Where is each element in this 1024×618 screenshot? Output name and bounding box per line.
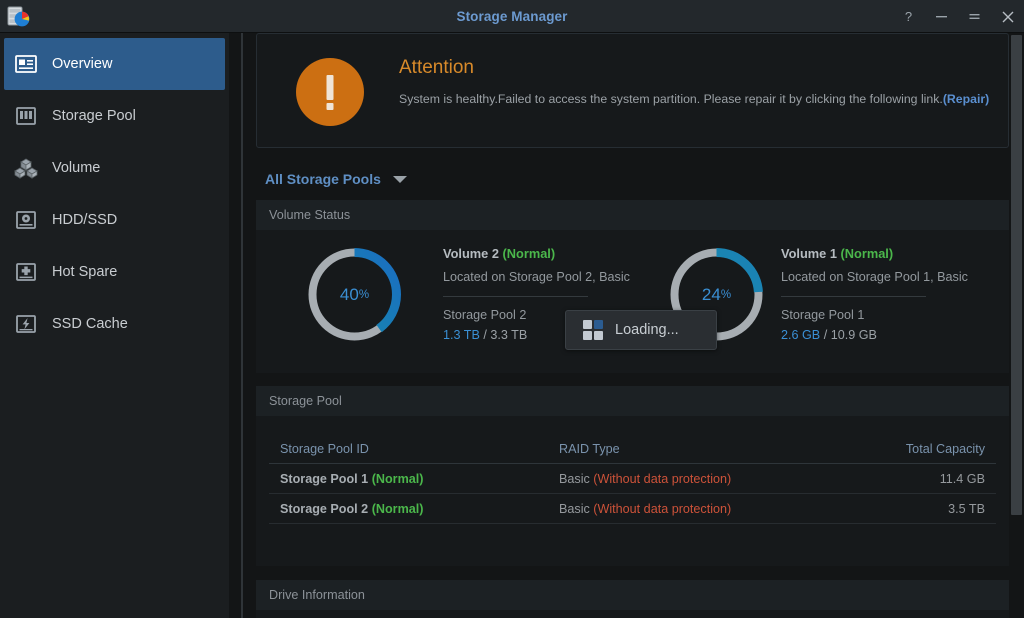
volume-used: 2.6 GB xyxy=(781,328,820,342)
main-content: Attention System is healthy.Failed to ac… xyxy=(243,33,1024,618)
volume-status-badge: (Normal) xyxy=(503,246,556,261)
volume-card: 24% Volume 1 (Normal) Located on Storage… xyxy=(633,230,1009,373)
hdd-ssd-icon xyxy=(14,208,38,232)
ssd-cache-icon xyxy=(14,312,38,336)
minimize-button[interactable] xyxy=(925,0,958,33)
volume-name: Volume 1 (Normal) xyxy=(781,246,1024,261)
sidebar-item-hdd-ssd[interactable]: HDD/SSD xyxy=(4,194,225,246)
volume-divider xyxy=(443,296,588,297)
warning-exclamation-icon xyxy=(296,58,364,126)
drive-information-header: Drive Information xyxy=(256,580,1009,610)
pool-status-badge: (Normal) xyxy=(372,502,424,516)
chevron-down-icon xyxy=(393,176,407,183)
volume-used: 1.3 TB xyxy=(443,328,480,342)
table-row[interactable]: Storage Pool 2 (Normal) Basic (Without d… xyxy=(269,494,996,524)
volume-usage-percent: 40% xyxy=(303,243,406,346)
cell-raid-type: Basic (Without data protection) xyxy=(559,472,869,486)
maximize-button[interactable] xyxy=(958,0,991,33)
sidebar-item-label: Overview xyxy=(52,56,112,72)
all-storage-pools-dropdown[interactable]: All Storage Pools xyxy=(265,171,407,187)
title-bar: Storage Manager ? xyxy=(0,0,1024,33)
percent-symbol: % xyxy=(359,289,369,301)
loading-cell xyxy=(583,331,592,340)
raid-type-text: Basic xyxy=(559,472,590,486)
column-header-total-capacity[interactable]: Total Capacity xyxy=(869,442,996,456)
volume-card: 40% Volume 2 (Normal) Located on Storage… xyxy=(256,230,633,373)
sidebar: Overview Storage Pool xyxy=(0,33,229,618)
raid-note: (Without data protection) xyxy=(593,502,731,516)
hot-spare-icon xyxy=(14,260,38,284)
volume-pool-name: Storage Pool 1 xyxy=(781,308,1024,322)
percent-symbol: % xyxy=(721,289,731,301)
loading-cell xyxy=(583,320,592,329)
repair-link[interactable]: (Repair) xyxy=(943,92,989,106)
overview-icon xyxy=(14,52,38,76)
table-row[interactable]: Storage Pool 1 (Normal) Basic (Without d… xyxy=(269,464,996,494)
pool-select-label: All Storage Pools xyxy=(265,171,381,187)
sidebar-item-label: Volume xyxy=(52,160,100,176)
window-controls: ? xyxy=(892,0,1024,33)
drive-information-panel: Drive Information xyxy=(256,580,1009,618)
content-scrollbar-thumb[interactable] xyxy=(1011,35,1022,515)
attention-message: System is healthy.Failed to access the s… xyxy=(399,90,999,109)
sidebar-item-label: Hot Spare xyxy=(52,264,117,280)
loading-toast: Loading... xyxy=(565,310,717,350)
loading-cell xyxy=(594,331,603,340)
table-header-row: Storage Pool ID RAID Type Total Capacity xyxy=(269,434,996,464)
svg-text:?: ? xyxy=(905,10,912,24)
volume-capacity-sep: / xyxy=(820,328,831,342)
percent-value: 24 xyxy=(702,285,721,305)
cell-raid-type: Basic (Without data protection) xyxy=(559,502,869,516)
column-header-raid-type[interactable]: RAID Type xyxy=(559,442,869,456)
storage-pool-header: Storage Pool xyxy=(256,386,1009,416)
volume-divider xyxy=(781,296,926,297)
window-title: Storage Manager xyxy=(0,0,1024,33)
storage-pool-table: Storage Pool ID RAID Type Total Capacity… xyxy=(269,434,996,524)
column-header-pool-id[interactable]: Storage Pool ID xyxy=(269,442,559,456)
sidebar-item-volume[interactable]: Volume xyxy=(4,142,225,194)
pool-status-badge: (Normal) xyxy=(372,472,424,486)
volume-status-badge: (Normal) xyxy=(841,246,894,261)
volume-location: Located on Storage Pool 1, Basic xyxy=(781,270,1024,284)
attention-message-text: System is healthy.Failed to access the s… xyxy=(399,92,943,106)
volume-name-text: Volume 1 xyxy=(781,246,837,261)
volume-capacity: 2.6 GB / 10.9 GB xyxy=(781,328,1024,342)
cell-pool-id: Storage Pool 2 (Normal) xyxy=(269,502,559,516)
loading-grid-icon xyxy=(583,320,603,340)
help-button[interactable]: ? xyxy=(892,0,925,33)
sidebar-item-ssd-cache[interactable]: SSD Cache xyxy=(4,298,225,350)
volume-total: 10.9 GB xyxy=(831,328,877,342)
cell-total-capacity: 11.4 GB xyxy=(869,472,996,486)
volume-total: 3.3 TB xyxy=(490,328,527,342)
volume-status-header: Volume Status xyxy=(256,200,1009,230)
sidebar-item-label: HDD/SSD xyxy=(52,212,117,228)
storage-manager-window: Storage Manager ? xyxy=(0,0,1024,618)
loading-label: Loading... xyxy=(615,322,679,338)
volume-name-text: Volume 2 xyxy=(443,246,499,261)
content-scrollbar-track[interactable] xyxy=(1010,33,1024,618)
attention-banner: Attention System is healthy.Failed to ac… xyxy=(256,33,1009,148)
loading-cell xyxy=(594,320,603,329)
volume-cards: 40% Volume 2 (Normal) Located on Storage… xyxy=(256,230,1009,373)
pool-id-text: Storage Pool 2 xyxy=(280,502,368,516)
sidebar-item-label: Storage Pool xyxy=(52,108,136,124)
close-button[interactable] xyxy=(991,0,1024,33)
sidebar-item-storage-pool[interactable]: Storage Pool xyxy=(4,90,225,142)
storage-pool-panel: Storage Pool Storage Pool ID RAID Type T… xyxy=(256,386,1009,566)
attention-title: Attention xyxy=(399,57,474,79)
storage-pool-icon xyxy=(14,104,38,128)
sidebar-item-hot-spare[interactable]: Hot Spare xyxy=(4,246,225,298)
pool-id-text: Storage Pool 1 xyxy=(280,472,368,486)
cell-pool-id: Storage Pool 1 (Normal) xyxy=(269,472,559,486)
cell-total-capacity: 3.5 TB xyxy=(869,502,996,516)
raid-note: (Without data protection) xyxy=(593,472,731,486)
volume-capacity-sep: / xyxy=(480,328,491,342)
raid-type-text: Basic xyxy=(559,502,590,516)
sidebar-item-label: SSD Cache xyxy=(52,316,128,332)
volume-info: Volume 1 (Normal) Located on Storage Poo… xyxy=(781,246,1024,342)
percent-value: 40 xyxy=(340,285,359,305)
volume-icon xyxy=(14,156,38,180)
sidebar-item-overview[interactable]: Overview xyxy=(4,38,225,90)
